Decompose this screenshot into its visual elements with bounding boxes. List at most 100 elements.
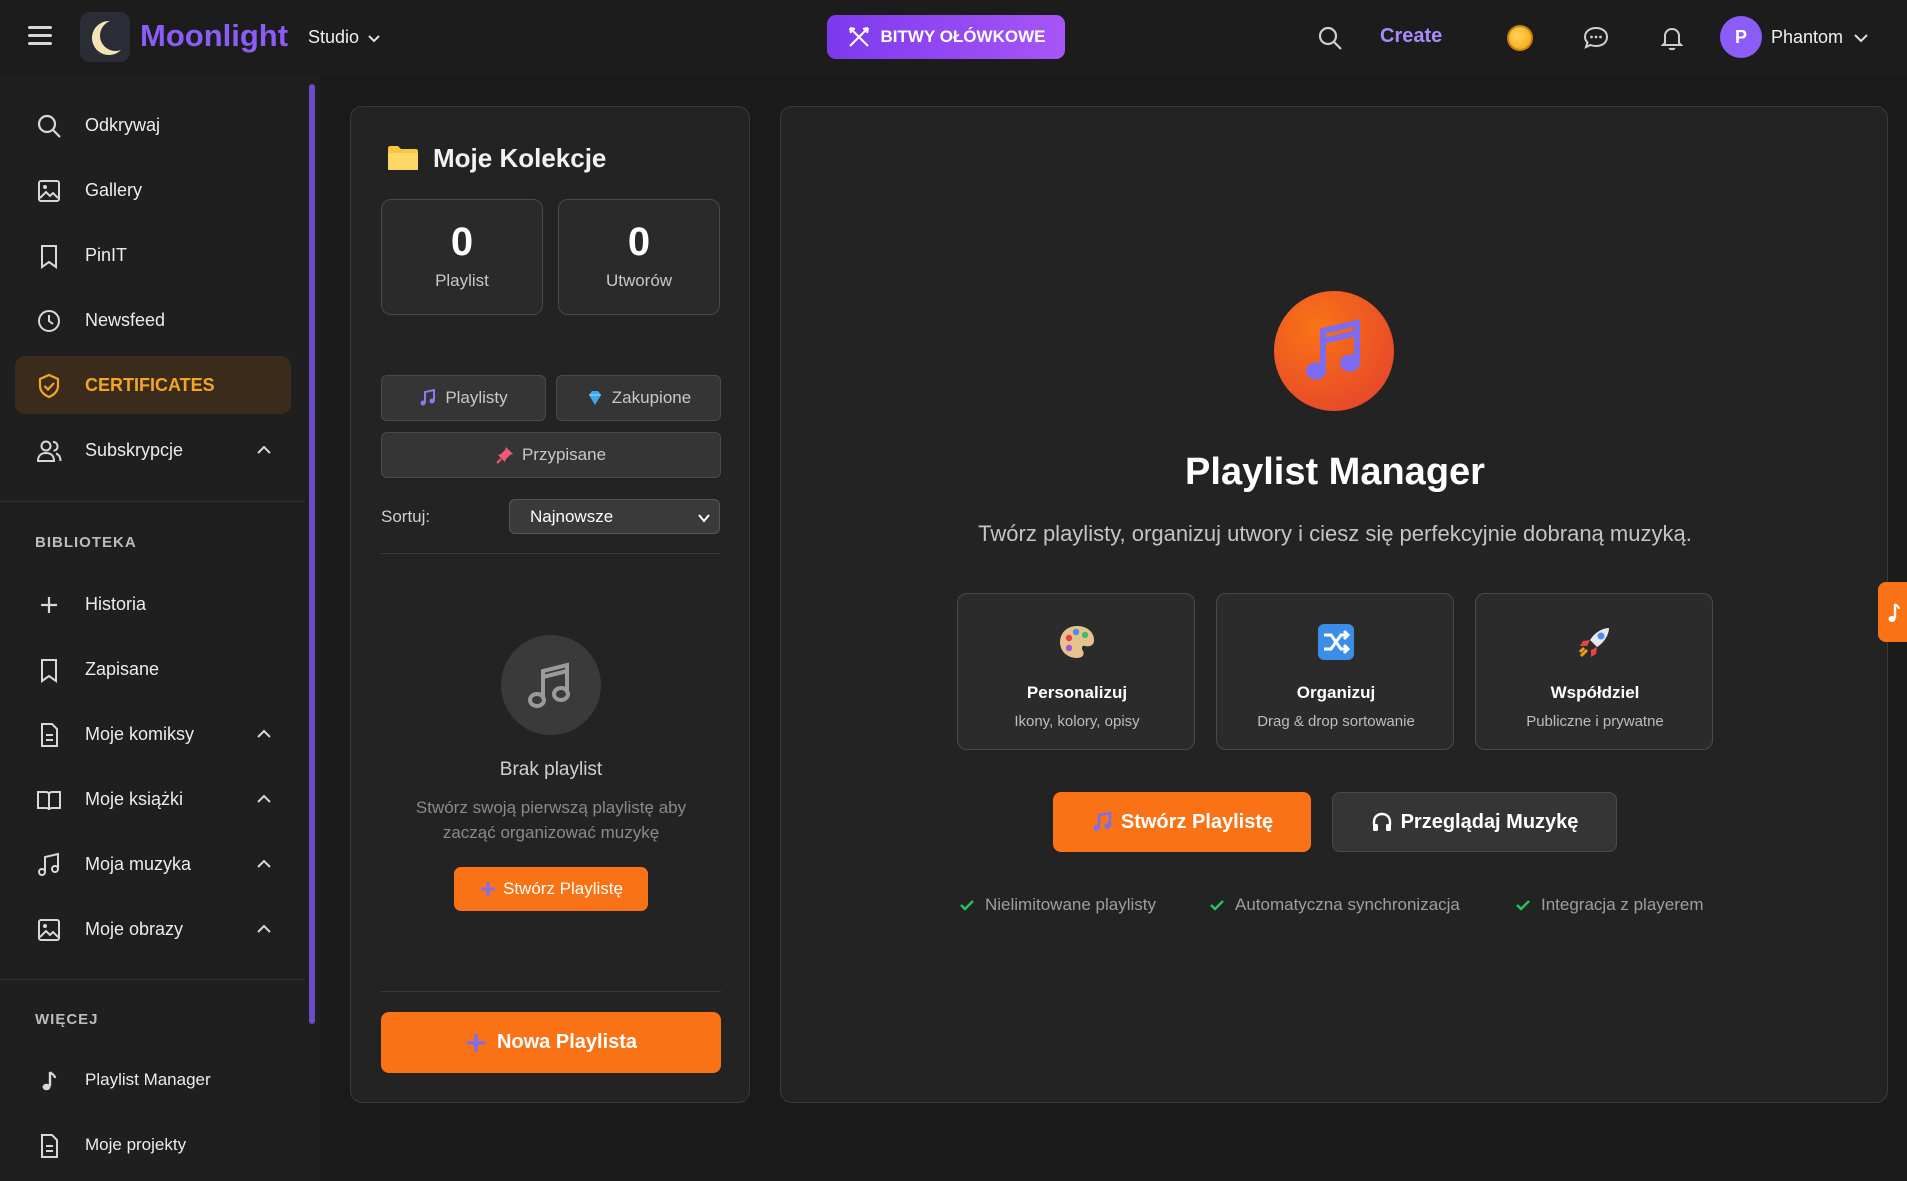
music-note-icon	[1093, 811, 1112, 831]
palette-icon	[1060, 626, 1094, 658]
app-name[interactable]: Moonlight	[140, 18, 288, 54]
music-icon	[38, 852, 59, 876]
divider	[0, 979, 305, 980]
stat-label: Utworów	[605, 271, 673, 290]
sidebar-item-pinit[interactable]: PinIT	[15, 226, 291, 284]
sidebar-item-label: Playlist Manager	[85, 1070, 211, 1089]
plus-icon	[41, 597, 57, 613]
search-icon[interactable]	[1316, 24, 1344, 52]
sidebar-scrollbar[interactable]	[309, 84, 315, 1024]
sidebar-item-historia[interactable]: Historia	[15, 575, 291, 633]
button-label: Nowa Playlista	[496, 1031, 638, 1053]
filter-label: Zakupione	[611, 388, 692, 407]
sort-select[interactable]: Najnowsze	[509, 499, 720, 534]
create-playlist-button[interactable]: Stwórz Playlistę	[454, 867, 648, 911]
sidebar-item-odkrywaj[interactable]: Odkrywaj	[15, 96, 291, 154]
music-note-icon	[420, 389, 436, 406]
studio-label: Studio	[308, 27, 360, 47]
battles-button[interactable]: BITWY OŁÓWKOWE	[827, 15, 1065, 59]
gem-icon	[588, 391, 601, 405]
section-title-more: WIĘCEJ	[35, 1011, 99, 1028]
page-subtitle: Twórz playlisty, organizuj utwory i cies…	[978, 521, 1692, 546]
headphones-icon	[1372, 812, 1391, 831]
chevron-up-icon[interactable]	[255, 855, 273, 873]
sidebar-item-gallery[interactable]: Gallery	[15, 161, 291, 219]
filter-playlisty[interactable]: Playlisty	[381, 375, 546, 421]
create-link[interactable]: Create	[1380, 25, 1442, 48]
chevron-up-icon[interactable]	[255, 790, 273, 808]
chevron-up-icon[interactable]	[255, 441, 273, 459]
empty-music-icon	[501, 635, 601, 735]
shield-check-icon	[38, 373, 60, 399]
rocket-icon	[1578, 628, 1609, 658]
button-label: Stwórz Playlistę	[1120, 810, 1274, 833]
plus-icon	[481, 882, 495, 896]
sidebar-item-subskrypcje[interactable]: Subskrypcje	[15, 421, 291, 479]
search-icon	[37, 114, 61, 138]
logo-icon[interactable]	[80, 12, 130, 62]
studio-dropdown[interactable]: Studio	[308, 27, 381, 48]
feature-title: Współdziel	[1550, 683, 1640, 702]
music-note-icon	[42, 1071, 57, 1091]
book-icon	[37, 791, 61, 811]
feature-check: Integracja z playerem	[1515, 895, 1704, 915]
menu-icon[interactable]	[28, 26, 52, 46]
collections-panel: Moje Kolekcje 0 Playlist 0 Utworów Playl…	[350, 106, 750, 1103]
sidebar: Odkrywaj Gallery PinIT Newsfeed CERTIFIC…	[0, 76, 320, 1181]
create-playlist-button[interactable]: Stwórz Playlistę	[1053, 792, 1311, 852]
empty-description: Stwórz swoją pierwszą playlistę aby zacz…	[415, 798, 687, 842]
coin-icon[interactable]	[1507, 25, 1533, 51]
chevron-up-icon[interactable]	[255, 725, 273, 743]
sidebar-item-playlist-manager[interactable]: Playlist Manager	[15, 1051, 291, 1109]
sidebar-item-newsfeed[interactable]: Newsfeed	[15, 291, 291, 349]
document-icon	[41, 723, 58, 747]
sidebar-item-label: PinIT	[85, 244, 128, 265]
stat-value: 0	[627, 220, 651, 264]
document-icon	[41, 1134, 58, 1158]
check-label: Automatyczna synchronizacja	[1235, 895, 1460, 914]
chat-icon[interactable]	[1582, 24, 1610, 52]
section-title-library: BIBLIOTEKA	[35, 534, 137, 551]
sidebar-item-moje-komiksy[interactable]: Moje komiksy	[15, 705, 291, 763]
sidebar-item-moje-projekty[interactable]: Moje projekty	[15, 1116, 291, 1174]
stat-label: Playlist	[435, 271, 489, 290]
image-icon	[38, 919, 60, 941]
feature-title: Organizuj	[1296, 683, 1376, 702]
sidebar-item-label: Moje komiksy	[85, 723, 195, 744]
feature-title: Personalizuj	[1026, 683, 1128, 702]
feature-description: Ikony, kolory, opisy	[1014, 713, 1140, 730]
music-note-icon	[1888, 603, 1900, 622]
users-icon	[36, 440, 62, 462]
user-name: Phantom	[1771, 27, 1844, 47]
feature-card-organize: Organizuj Drag & drop sortowanie	[1216, 593, 1454, 750]
stat-playlists: 0 Playlist	[381, 199, 543, 315]
new-playlist-button[interactable]: Nowa Playlista	[381, 1012, 721, 1073]
divider	[381, 991, 721, 992]
empty-title: Brak playlist	[499, 759, 603, 780]
feature-check: Nielimitowane playlisty	[959, 895, 1156, 915]
image-icon	[38, 180, 60, 202]
battles-label: BITWY OŁÓWKOWE	[880, 27, 1046, 46]
sidebar-item-label: Moje projekty	[85, 1135, 187, 1154]
playlist-manager-panel: Playlist Manager Twórz playlisty, organi…	[780, 106, 1888, 1103]
folder-icon	[388, 146, 418, 170]
filter-label: Przypisane	[521, 445, 607, 464]
music-player-tab[interactable]	[1878, 582, 1907, 642]
filter-przypisane[interactable]: Przypisane	[381, 432, 721, 478]
sidebar-item-label: Moja muzyka	[85, 853, 192, 874]
browse-music-button[interactable]: Przeglądaj Muzykę	[1332, 792, 1617, 852]
sidebar-item-moje-obrazy[interactable]: Moje obrazy	[15, 900, 291, 958]
user-menu[interactable]: Phantom	[1771, 27, 1869, 48]
sidebar-item-zapisane[interactable]: Zapisane	[15, 640, 291, 698]
sidebar-item-label: Gallery	[85, 179, 143, 200]
sidebar-item-label: Moje książki	[85, 788, 184, 809]
bookmark-icon	[41, 659, 57, 683]
sidebar-item-moje-ksiazki[interactable]: Moje książki	[15, 770, 291, 828]
avatar[interactable]: P	[1720, 16, 1762, 58]
bell-icon[interactable]	[1658, 24, 1686, 52]
sort-label: Sortuj:	[381, 507, 431, 526]
sidebar-item-certificates[interactable]: CERTIFICATES	[15, 356, 291, 414]
chevron-up-icon[interactable]	[255, 920, 273, 938]
sidebar-item-moja-muzyka[interactable]: Moja muzyka	[15, 835, 291, 893]
filter-zakupione[interactable]: Zakupione	[556, 375, 721, 421]
